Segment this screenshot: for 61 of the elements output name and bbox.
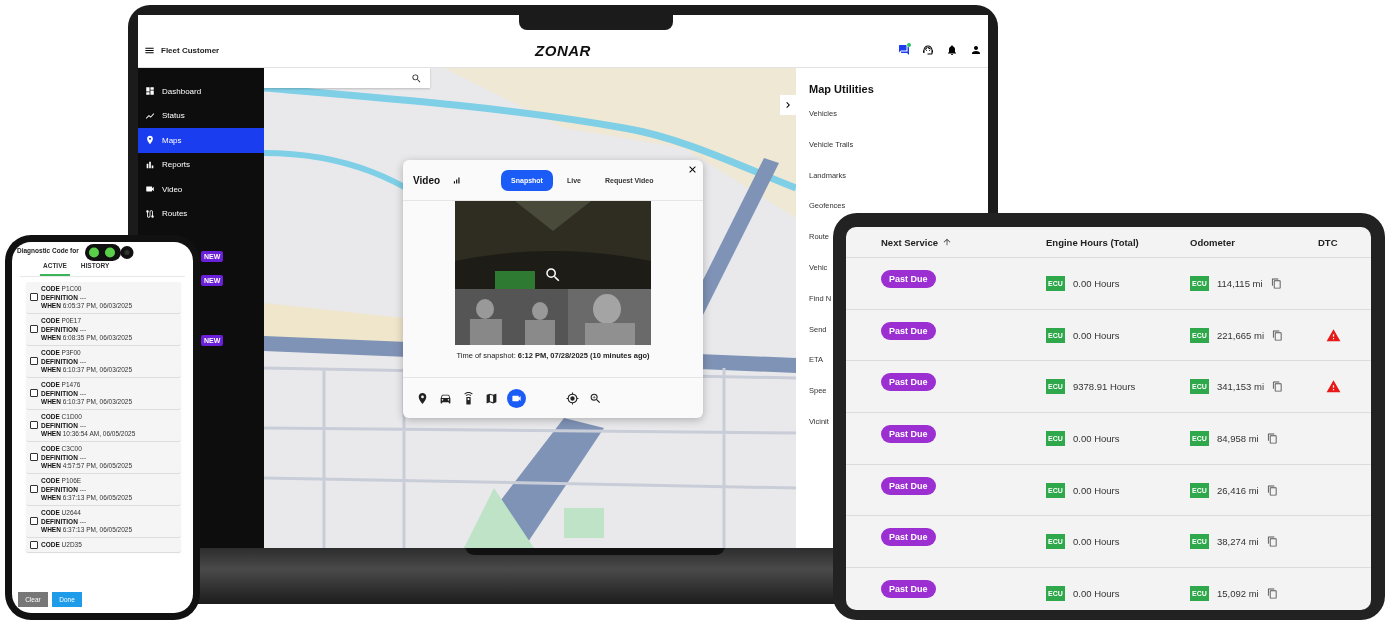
status-badge: Past Due (881, 580, 936, 599)
sidebar-item[interactable]: Dashboard (138, 79, 264, 104)
copy-icon[interactable] (1266, 484, 1278, 496)
checkbox[interactable] (30, 485, 38, 494)
copy-icon[interactable] (1270, 277, 1282, 289)
bar-chart-icon (145, 159, 155, 170)
person-icon[interactable] (970, 44, 982, 56)
checkbox[interactable] (30, 541, 38, 549)
status-badge: Past Due (881, 476, 936, 495)
copy-icon[interactable] (1266, 536, 1278, 548)
bell-icon[interactable] (946, 44, 958, 56)
engine-hours: 0.00 Hours (1073, 536, 1120, 548)
status-badge: Past Due (881, 270, 936, 288)
engine-hours: 9378.91 Hours (1073, 381, 1136, 393)
sidebar-item[interactable]: Video (138, 177, 264, 202)
engine-hours: 0.00 Hours (1073, 329, 1120, 341)
dashboard-icon (145, 86, 155, 97)
copy-icon[interactable] (1266, 587, 1278, 599)
engine-hours: 0.00 Hours (1073, 432, 1120, 444)
engine-hours: 0.00 Hours (1073, 587, 1120, 599)
engine-hours: 0.00 Hours (1073, 277, 1120, 289)
checkbox[interactable] (30, 357, 38, 366)
copy-icon[interactable] (1272, 381, 1283, 393)
odometer-value: 26,416 mi (1217, 484, 1259, 496)
checkbox[interactable] (30, 389, 38, 398)
sidebar-item[interactable]: Reports (138, 152, 264, 177)
status-badge: Past Due (881, 528, 936, 547)
headset-icon[interactable] (922, 44, 934, 56)
odometer-value: 38,274 mi (1217, 536, 1259, 548)
engine-hours: 0.00 Hours (1073, 484, 1120, 496)
column-header[interactable]: Odometer (1190, 236, 1235, 248)
camera-drawing (85, 243, 135, 262)
account-name: Fleet Customer (161, 45, 220, 55)
checkbox[interactable] (30, 325, 38, 334)
panel-title: Map Utilities (809, 83, 875, 95)
column-header[interactable]: Engine Hours (Total) (1046, 236, 1139, 248)
column-header[interactable]: Next Service (881, 236, 939, 248)
map-pin-icon (145, 135, 155, 146)
copy-icon[interactable] (1266, 432, 1278, 444)
status-badge: Past Due (881, 373, 936, 392)
column-header[interactable]: DTC (1318, 236, 1338, 248)
sidebar-item[interactable]: Routes (138, 201, 264, 226)
odometer-value: 15,092 mi (1217, 587, 1259, 599)
checkbox[interactable] (30, 421, 38, 430)
checkbox[interactable] (30, 517, 38, 526)
odometer-value: 114,115 mi (1217, 277, 1263, 289)
status-badge: Past Due (881, 321, 936, 340)
checkbox[interactable] (30, 453, 38, 462)
chart-icon (145, 110, 155, 121)
copy-icon[interactable] (1272, 329, 1283, 341)
chat-icon[interactable] (898, 44, 910, 56)
route-icon (145, 208, 155, 219)
logo: ZONAR (535, 41, 591, 59)
status-badge: Past Due (881, 425, 936, 444)
odometer-value: 84,958 mi (1217, 432, 1259, 444)
odometer-value: 221,665 mi (1217, 329, 1264, 341)
sidebar-item[interactable]: Maps (138, 128, 264, 153)
odometer-value: 341,153 mi (1217, 381, 1264, 393)
sidebar-item[interactable]: Status (138, 103, 264, 128)
camera-icon (145, 184, 155, 195)
checkbox[interactable] (30, 293, 38, 302)
